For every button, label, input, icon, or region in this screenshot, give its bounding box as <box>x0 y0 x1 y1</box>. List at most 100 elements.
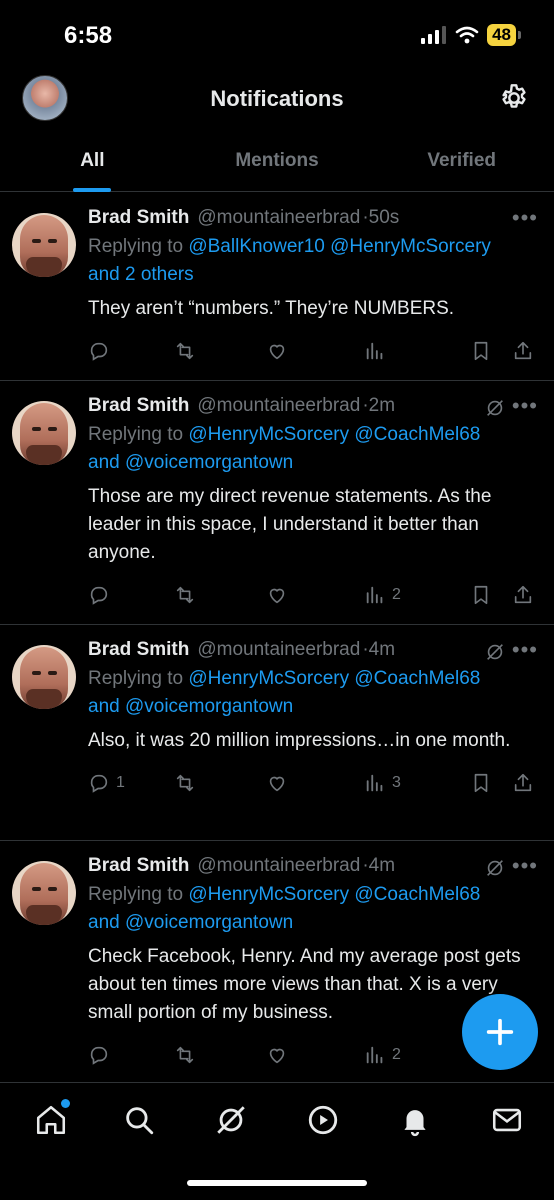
author-name[interactable]: Brad Smith <box>88 395 189 417</box>
tweet[interactable]: Brad Smith @mountaineerbrad ·4m ••• Repl… <box>0 625 554 841</box>
reply-count: 1 <box>116 774 125 791</box>
tweet-avatar[interactable] <box>12 401 76 465</box>
nav-video[interactable] <box>306 1103 340 1137</box>
tweet-time: ·4m <box>362 639 396 660</box>
tab-all[interactable]: All <box>0 144 185 192</box>
like-button[interactable] <box>266 584 288 606</box>
reply-icon <box>90 586 108 605</box>
repost-icon <box>176 1046 194 1064</box>
author-handle: @mountaineerbrad <box>197 639 361 660</box>
view-count: 2 <box>392 586 401 603</box>
tweet-time: ·50s <box>362 207 400 228</box>
author-name[interactable]: Brad Smith <box>88 639 189 661</box>
battery-indicator: 48 <box>487 24 521 46</box>
author-handle: @mountaineerbrad <box>197 855 361 876</box>
view-count: 2 <box>392 1046 401 1063</box>
status-icons: 48 <box>421 24 521 46</box>
tweet-avatar[interactable] <box>12 213 76 277</box>
like-button[interactable] <box>266 772 288 794</box>
mention-link[interactable]: @voicemorgantown <box>125 696 293 717</box>
share-button[interactable] <box>512 772 534 794</box>
nav-notifications[interactable] <box>398 1103 432 1137</box>
mention-link[interactable]: @voicemorgantown <box>125 452 293 473</box>
tweet-actions: 2 <box>88 569 538 623</box>
nav-grok[interactable] <box>214 1103 248 1137</box>
repost-button[interactable] <box>174 772 196 794</box>
tweet-avatar[interactable] <box>12 645 76 709</box>
more-icon[interactable]: ••• <box>512 393 538 419</box>
nav-search[interactable] <box>122 1103 156 1137</box>
nav-home[interactable] <box>34 1099 70 1137</box>
mention-link[interactable]: @HenryMcSorcery @CoachMel68 <box>188 668 480 689</box>
author-name[interactable]: Brad Smith <box>88 855 189 877</box>
compose-button[interactable] <box>462 994 538 1070</box>
wifi-icon <box>455 26 479 44</box>
views-button[interactable] <box>364 340 392 362</box>
grok-icon[interactable] <box>484 397 506 419</box>
home-indicator <box>187 1180 367 1186</box>
mention-link[interactable]: @voicemorgantown <box>125 912 293 933</box>
tweet[interactable]: Brad Smith @mountaineerbrad ·50s ••• Rep… <box>0 193 554 381</box>
tweet[interactable]: Brad Smith @mountaineerbrad ·2m ••• Repl… <box>0 381 554 625</box>
more-icon[interactable]: ••• <box>512 853 538 879</box>
notification-feed: Brad Smith @mountaineerbrad ·50s ••• Rep… <box>0 193 554 1083</box>
status-bar: 6:58 48 <box>0 0 554 64</box>
grok-icon[interactable] <box>484 641 506 663</box>
share-button[interactable] <box>512 340 534 362</box>
tweet-header: Brad Smith @mountaineerbrad ·50s <box>88 207 538 233</box>
notification-dot <box>61 1099 70 1108</box>
active-tab-indicator <box>73 188 112 192</box>
bookmark-button[interactable] <box>470 584 492 606</box>
repost-button[interactable] <box>174 1044 196 1066</box>
more-icon[interactable]: ••• <box>512 637 538 663</box>
replying-prefix: Replying to <box>88 884 189 905</box>
heart-icon <box>269 344 285 360</box>
views-button[interactable]: 3 <box>364 772 401 794</box>
tweet-actions <box>88 325 538 379</box>
tab-verified[interactable]: Verified <box>369 144 554 192</box>
tab-mentions[interactable]: Mentions <box>185 144 370 192</box>
bookmark-button[interactable] <box>470 772 492 794</box>
more-icon[interactable]: ••• <box>512 205 538 231</box>
bookmark-icon <box>474 585 488 605</box>
replying-prefix: Replying to <box>88 236 189 257</box>
nav-messages[interactable] <box>490 1103 524 1137</box>
tweet-text: They aren’t “numbers.” They’re NUMBERS. <box>88 298 455 319</box>
bookmark-icon <box>474 773 488 793</box>
like-button[interactable] <box>266 340 288 362</box>
reply-button[interactable] <box>88 1044 110 1066</box>
repost-icon <box>176 586 194 604</box>
bookmark-button[interactable] <box>470 340 492 362</box>
tab-label: Mentions <box>235 150 319 171</box>
repost-button[interactable] <box>174 340 196 362</box>
grok-icon <box>217 1106 245 1134</box>
repost-button[interactable] <box>174 584 196 606</box>
mention-others[interactable]: and 2 others <box>88 264 194 285</box>
share-icon <box>514 773 532 792</box>
mention-link[interactable]: @HenryMcSorcery @CoachMel68 <box>188 884 480 905</box>
mention-link[interactable]: @BallKnower10 @HenryMcSorcery <box>188 236 491 257</box>
reply-button[interactable] <box>88 584 110 606</box>
bell-icon <box>404 1110 426 1137</box>
reply-button[interactable] <box>88 340 110 362</box>
views-button[interactable]: 2 <box>364 584 401 606</box>
tweet-avatar[interactable] <box>12 861 76 925</box>
views-button[interactable]: 2 <box>364 1044 401 1066</box>
like-button[interactable] <box>266 1044 288 1066</box>
views-icon <box>366 342 383 360</box>
tweet-header: Brad Smith @mountaineerbrad ·2m <box>88 395 538 421</box>
home-icon <box>36 1105 66 1135</box>
share-button[interactable] <box>512 584 534 606</box>
replying-to: Replying to @HenryMcSorcery @CoachMel68 … <box>88 421 538 477</box>
views-icon <box>366 1046 383 1064</box>
views-icon <box>366 586 383 604</box>
grok-icon[interactable] <box>484 857 506 879</box>
author-handle: @mountaineerbrad <box>197 395 361 416</box>
share-icon <box>514 585 532 604</box>
mention-link[interactable]: @HenryMcSorcery @CoachMel68 <box>188 424 480 445</box>
reply-button[interactable]: 1 <box>88 772 125 794</box>
reply-icon <box>90 774 108 793</box>
view-count: 3 <box>392 774 401 791</box>
gear-icon[interactable] <box>498 82 530 114</box>
author-name[interactable]: Brad Smith <box>88 207 189 229</box>
